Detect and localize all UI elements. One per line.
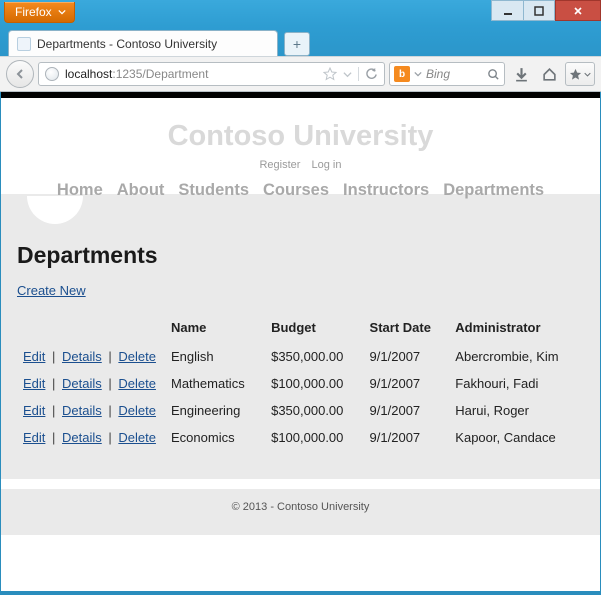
new-tab-button[interactable]: +	[284, 32, 310, 56]
cell-name: Engineering	[165, 397, 265, 424]
separator	[358, 67, 359, 81]
reload-icon[interactable]	[365, 68, 378, 81]
cell-start: 9/1/2007	[364, 424, 450, 451]
chevron-down-icon[interactable]	[414, 70, 422, 78]
url-path: :1235/Department	[112, 67, 208, 81]
bookmark-star-icon[interactable]	[323, 67, 337, 81]
account-links: Register Log in	[1, 159, 600, 181]
window-bottom-border	[0, 591, 601, 595]
page-icon	[17, 37, 31, 51]
site-footer: © 2013 - Contoso University	[1, 479, 600, 535]
row-actions: Edit | Details | Delete	[17, 397, 165, 424]
close-icon	[573, 6, 583, 16]
bookmarks-menu-button[interactable]	[565, 62, 595, 86]
row-actions: Edit | Details | Delete	[17, 424, 165, 451]
create-new-link[interactable]: Create New	[17, 283, 86, 298]
address-bar[interactable]: localhost:1235/Department	[38, 62, 385, 86]
table-header-row: Name Budget Start Date Administrator	[17, 316, 584, 343]
cell-name: Economics	[165, 424, 265, 451]
avatar-placeholder	[27, 196, 83, 224]
departments-table: Name Budget Start Date Administrator Edi…	[17, 316, 584, 451]
cell-name: Mathematics	[165, 370, 265, 397]
arrow-left-icon	[14, 68, 26, 80]
action-details[interactable]: Details	[62, 349, 102, 364]
action-details[interactable]: Details	[62, 430, 102, 445]
cell-budget: $350,000.00	[265, 397, 363, 424]
col-start: Start Date	[364, 316, 450, 343]
cell-name: English	[165, 343, 265, 370]
globe-icon	[45, 67, 59, 81]
action-delete[interactable]: Delete	[118, 430, 156, 445]
search-placeholder: Bing	[426, 67, 450, 81]
tab-strip: Departments - Contoso University +	[0, 26, 601, 56]
cell-admin: Abercrombie, Kim	[449, 343, 584, 370]
nav-about[interactable]: About	[117, 181, 165, 200]
table-row: Edit | Details | DeleteEnglish$350,000.0…	[17, 343, 584, 370]
browser-toolbar: localhost:1235/Department b Bing	[0, 56, 601, 92]
search-box[interactable]: b Bing	[389, 62, 505, 86]
table-row: Edit | Details | DeleteMathematics$100,0…	[17, 370, 584, 397]
action-edit[interactable]: Edit	[23, 376, 45, 391]
content-area: Departments Create New Name Budget Start…	[1, 194, 600, 479]
action-details[interactable]: Details	[62, 376, 102, 391]
plus-icon: +	[293, 36, 301, 52]
action-delete[interactable]: Delete	[118, 349, 156, 364]
window-controls	[491, 0, 601, 21]
downloads-button[interactable]	[509, 62, 533, 86]
cell-start: 9/1/2007	[364, 397, 450, 424]
login-link[interactable]: Log in	[312, 159, 342, 171]
firefox-menu-label: Firefox	[15, 5, 52, 19]
cell-budget: $100,000.00	[265, 424, 363, 451]
table-row: Edit | Details | DeleteEngineering$350,0…	[17, 397, 584, 424]
action-delete[interactable]: Delete	[118, 376, 156, 391]
site-title[interactable]: Contoso University	[1, 98, 600, 159]
page-viewport: Contoso University Register Log in Home …	[0, 92, 601, 591]
star-icon	[569, 68, 582, 81]
firefox-menu-button[interactable]: Firefox	[4, 2, 75, 23]
dropdown-history-icon[interactable]	[343, 70, 352, 79]
url-host: localhost	[65, 67, 112, 81]
action-edit[interactable]: Edit	[23, 349, 45, 364]
nav-instructors[interactable]: Instructors	[343, 181, 429, 200]
browser-tab[interactable]: Departments - Contoso University	[8, 30, 278, 56]
action-edit[interactable]: Edit	[23, 430, 45, 445]
action-edit[interactable]: Edit	[23, 403, 45, 418]
col-budget: Budget	[265, 316, 363, 343]
maximize-icon	[534, 6, 544, 16]
nav-students[interactable]: Students	[178, 181, 249, 200]
register-link[interactable]: Register	[259, 159, 300, 171]
table-row: Edit | Details | DeleteEconomics$100,000…	[17, 424, 584, 451]
chevron-down-icon	[58, 8, 66, 16]
minimize-icon	[503, 6, 513, 16]
home-icon	[542, 67, 557, 82]
window-close-button[interactable]	[555, 0, 601, 21]
row-actions: Edit | Details | Delete	[17, 343, 165, 370]
action-delete[interactable]: Delete	[118, 403, 156, 418]
page-heading: Departments	[17, 224, 584, 283]
row-actions: Edit | Details | Delete	[17, 370, 165, 397]
window-titlebar: Firefox	[0, 0, 601, 26]
download-icon	[514, 67, 529, 82]
home-button[interactable]	[537, 62, 561, 86]
cell-admin: Kapoor, Candace	[449, 424, 584, 451]
search-icon[interactable]	[487, 68, 500, 81]
window-minimize-button[interactable]	[491, 0, 523, 21]
col-name: Name	[165, 316, 265, 343]
col-admin: Administrator	[449, 316, 584, 343]
action-details[interactable]: Details	[62, 403, 102, 418]
cell-start: 9/1/2007	[364, 370, 450, 397]
window-maximize-button[interactable]	[523, 0, 555, 21]
nav-courses[interactable]: Courses	[263, 181, 329, 200]
tab-title: Departments - Contoso University	[37, 37, 217, 51]
cell-admin: Harui, Roger	[449, 397, 584, 424]
back-button[interactable]	[6, 60, 34, 88]
cell-admin: Fakhouri, Fadi	[449, 370, 584, 397]
cell-budget: $100,000.00	[265, 370, 363, 397]
chevron-down-icon	[584, 71, 591, 78]
nav-departments[interactable]: Departments	[443, 181, 544, 200]
cell-start: 9/1/2007	[364, 343, 450, 370]
cell-budget: $350,000.00	[265, 343, 363, 370]
bing-icon: b	[394, 66, 410, 82]
